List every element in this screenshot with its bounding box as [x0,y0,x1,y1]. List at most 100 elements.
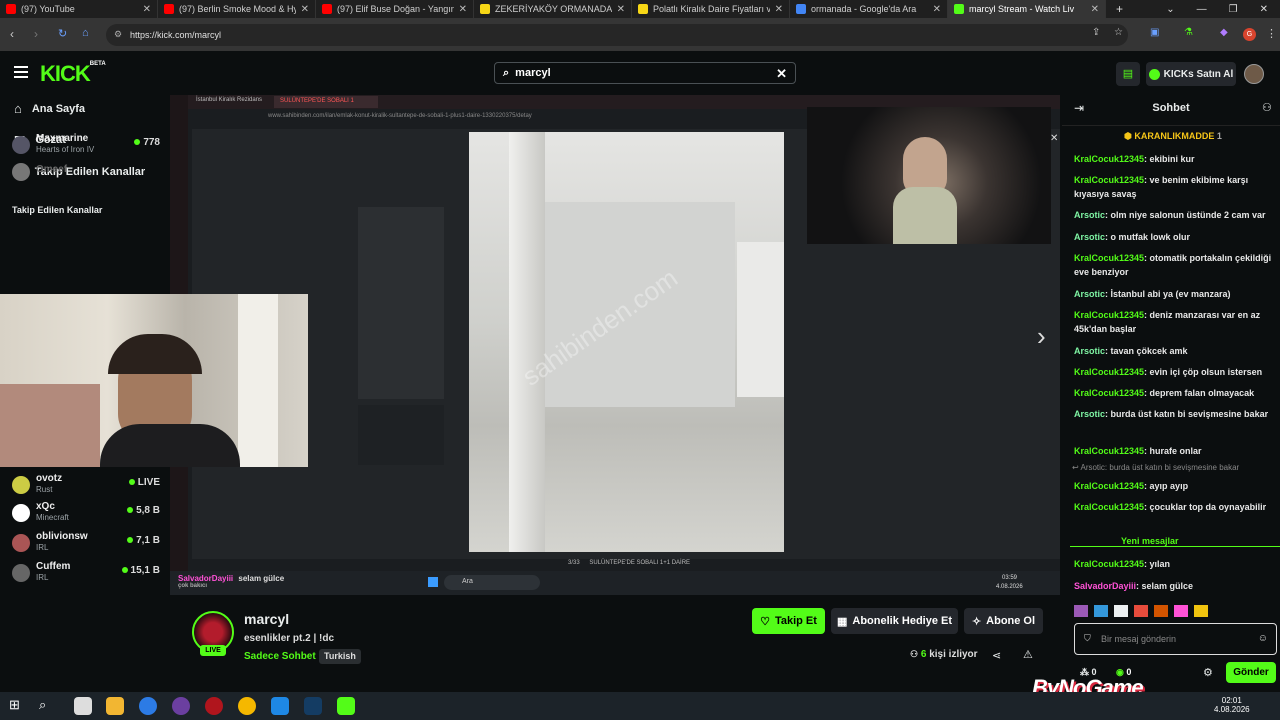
kick-taskbar-icon[interactable] [337,697,355,715]
browser-tab[interactable]: ZEKERİYAKÖY ORMANADA H7 ✕ [474,0,632,18]
hamburger-icon[interactable] [14,66,28,78]
browser-tab[interactable]: marcyl Stream - Watch Liv ✕ [948,0,1106,18]
buy-kicks-button[interactable]: KICKs Satın Al [1146,62,1236,86]
maximize-button[interactable]: ❐ [1229,4,1238,15]
app-icon-1[interactable] [172,697,190,715]
close-tab-icon[interactable]: ✕ [143,4,151,15]
chat-input[interactable]: ⛉ Bir mesaj gönderin ☺ [1074,623,1277,655]
close-tab-icon[interactable]: ✕ [1091,4,1099,15]
chat-username[interactable]: KralCocuk12345 [1074,388,1144,398]
chat-username[interactable]: KralCocuk12345 [1074,253,1144,263]
follow-button[interactable]: ♡ Takip Et [752,608,825,634]
chat-text: İstanbul abi ya (ev manzara) [1110,289,1231,299]
file-explorer-icon[interactable] [106,697,124,715]
emote-3[interactable] [1114,605,1128,617]
app-icon-2[interactable] [271,697,289,715]
close-window-button[interactable]: ✕ [1260,4,1268,15]
close-tab-icon[interactable]: ✕ [459,4,467,15]
home-icon[interactable]: ⌂ [82,27,89,39]
back-icon[interactable]: ‹ [10,27,14,41]
minimize-button[interactable]: — [1197,4,1207,15]
users-icon[interactable]: ⚇ [1262,101,1272,114]
gift-sub-button[interactable]: ▦ Abonelik Hediye Et [831,608,958,634]
new-messages-label: Yeni mesajlar [1117,536,1183,546]
reload-icon[interactable]: ↻ [58,27,67,40]
address-bar[interactable]: ⚙ https://kick.com/marcyl [106,24,1128,46]
close-tab-icon[interactable]: ✕ [933,4,941,15]
chat-username[interactable]: Arsotic [1074,346,1105,356]
bookmark-icon[interactable]: ☆ [1114,27,1123,38]
followed-channel[interactable]: ovotz Rust LIVE [10,472,162,500]
language-tag[interactable]: Turkish [319,649,361,664]
emote-5[interactable] [1154,605,1168,617]
pinned-count: 1 [1216,131,1222,141]
followed-channel[interactable]: Omeef [10,159,162,187]
emote-7[interactable] [1194,605,1208,617]
followed-channel[interactable]: xQc Minecraft 5,8 B [10,500,162,528]
followed-channel[interactable]: Maxmarine Hearts of Iron IV 778 [10,132,162,160]
user-avatar[interactable] [1244,64,1264,84]
emote-6[interactable] [1174,605,1188,617]
category-link[interactable]: Sadece Sohbet [244,651,316,662]
kick-logo[interactable]: KICKBETA [40,61,106,87]
tab-search-icon[interactable]: ⌄ [1166,4,1174,15]
report-icon[interactable]: ⚠ [1023,648,1033,661]
chat-username[interactable]: KralCocuk12345 [1074,154,1144,164]
extension-icon-2[interactable]: ◆ [1220,27,1228,38]
emoji-icon[interactable]: ☺ [1258,633,1268,644]
browser-tab[interactable]: Polatlı Kiralık Daire Fiyatları ve ✕ [632,0,790,18]
browser-taskbar-icon[interactable] [139,697,157,715]
browser-tab[interactable]: ormanada - Google'da Ara ✕ [790,0,948,18]
new-tab-button[interactable]: + [1106,2,1133,16]
next-photo-arrow[interactable]: › [1037,321,1046,352]
chat-username[interactable]: KralCocuk12345 [1074,559,1144,569]
nav-home[interactable]: ⌂ Ana Sayfa [14,101,85,116]
browser-tab[interactable]: (97) Berlin Smoke Mood & Hyp ✕ [158,0,316,18]
browser-tab[interactable]: (97) Elif Buse Doğan - Yangın Y ✕ [316,0,474,18]
extension-icon[interactable]: ▣ [1150,27,1159,38]
opera-icon[interactable] [205,697,223,715]
close-tab-icon[interactable]: ✕ [775,4,783,15]
followed-channel[interactable]: Cuffem IRL 15,1 B [10,560,162,588]
search-icon[interactable]: ⌕ [39,697,57,715]
share-icon[interactable]: ⇪ [1092,27,1100,38]
settings-icon[interactable]: ⚙ [1203,666,1213,679]
chat-username[interactable]: Arsotic [1074,210,1105,220]
inner-date: 4.08.2026 [996,584,1023,590]
emote-4[interactable] [1134,605,1148,617]
chat-username[interactable]: KralCocuk12345 [1074,367,1144,377]
menu-icon[interactable]: ⋮ [1266,27,1277,40]
chat-username[interactable]: KralCocuk12345 [1074,310,1144,320]
windows-start-icon[interactable]: ⊞ [9,697,27,715]
profile-avatar[interactable]: G [1243,28,1256,41]
subscribe-button[interactable]: ✧ Abone Ol [964,608,1043,634]
chat-username[interactable]: KralCocuk12345 [1074,446,1144,456]
forward-icon[interactable]: › [34,27,38,41]
chat-username[interactable]: KralCocuk12345 [1074,481,1144,491]
chat-username[interactable]: KralCocuk12345 [1074,175,1144,185]
task-view-icon[interactable] [74,697,92,715]
channel-name[interactable]: marcyl [244,611,289,627]
chat-username[interactable]: KralCocuk12345 [1074,502,1144,512]
channel-avatar [12,504,30,522]
followed-channel[interactable]: oblivionsw IRL 7,1 B [10,530,162,558]
share-icon[interactable]: ⋖ [992,649,1001,662]
lab-icon[interactable]: ⚗ [1184,27,1193,38]
site-info-icon[interactable]: ⚙ [114,29,122,40]
chat-username[interactable]: Arsotic [1074,289,1105,299]
chat-username[interactable]: Arsotic [1074,232,1105,242]
search-input[interactable]: ⌕ marcyl ✕ [494,62,796,84]
emote-2[interactable] [1094,605,1108,617]
clear-search-icon[interactable]: ✕ [776,66,787,82]
steam-icon[interactable] [304,697,322,715]
browser-tab[interactable]: (97) YouTube ✕ [0,0,158,18]
chat-username[interactable]: Arsotic [1074,409,1105,419]
discord-icon[interactable] [238,697,256,715]
emote-1[interactable] [1074,605,1088,617]
close-tab-icon[interactable]: ✕ [617,4,625,15]
close-photo-icon[interactable]: ✕ [1050,133,1058,144]
send-button[interactable]: Gönder [1226,662,1276,683]
close-tab-icon[interactable]: ✕ [301,4,309,15]
gift-icon[interactable]: ▤ [1116,62,1140,86]
chat-username[interactable]: SalvadorDayiii [1074,581,1136,591]
